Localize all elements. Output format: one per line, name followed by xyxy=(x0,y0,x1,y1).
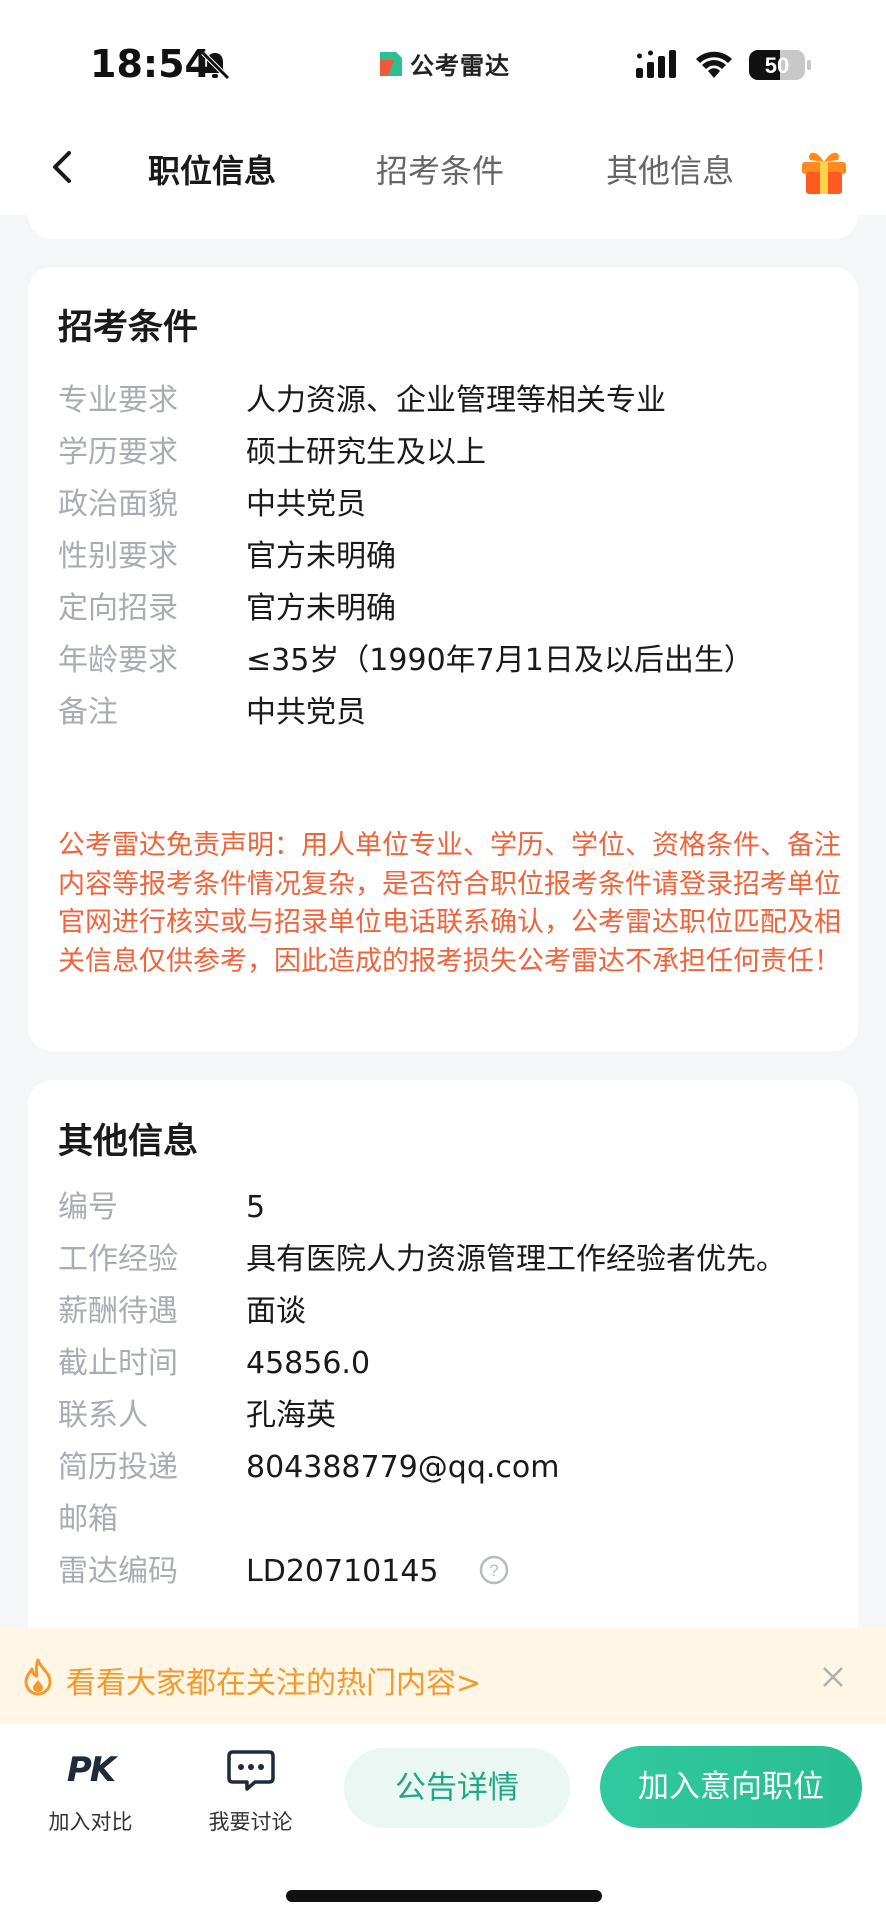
disclaimer-text: 公考雷达免责声明：用人单位专业、学历、学位、资格条件、备注内容等报考条件情况复杂… xyxy=(58,830,841,977)
info-key: 联系人 xyxy=(58,1398,148,1433)
discuss-label: 我要讨论 xyxy=(208,1810,293,1834)
chat-bubble-icon xyxy=(226,1750,275,1791)
tab-position-info[interactable]: 职位信息 xyxy=(148,146,276,192)
info-key: 薪酬待遇 xyxy=(58,1294,178,1329)
wifi-icon xyxy=(696,51,732,78)
home-indicator xyxy=(286,1890,602,1902)
hot-content-banner[interactable]: 看看大家都在关注的热门内容> xyxy=(0,1628,886,1724)
info-key: 工作经验 xyxy=(58,1242,178,1277)
announcement-detail-button[interactable]: 公告详情 xyxy=(344,1748,570,1828)
hot-content-text[interactable]: 看看大家都在关注的热门内容> xyxy=(66,1658,481,1702)
status-bar: 18:54 公考雷达 50 xyxy=(0,0,886,120)
flame-icon xyxy=(24,1658,52,1696)
help-icon[interactable]: ? xyxy=(478,1554,510,1586)
exam-conditions-card: 招考条件 专业要求 人力资源、企业管理等相关专业 学历要求 硕士研究生及以上 政… xyxy=(28,267,858,1051)
tab-other-info[interactable]: 其他信息 xyxy=(606,146,734,192)
battery-level: 50 xyxy=(765,53,789,78)
svg-text:?: ? xyxy=(489,1561,498,1580)
condition-key: 政治面貌 xyxy=(58,487,178,522)
info-value: 孔海英 xyxy=(246,1398,336,1433)
info-key: 截止时间 xyxy=(58,1346,178,1381)
radar-logo-icon xyxy=(380,52,402,76)
condition-value: 中共党员 xyxy=(246,695,366,730)
info-value: 5 xyxy=(246,1190,266,1225)
status-time: 18:54 xyxy=(90,42,211,86)
gift-icon[interactable] xyxy=(798,142,850,196)
back-arrow-icon[interactable] xyxy=(40,144,86,190)
pk-icon: PK xyxy=(66,1750,116,1790)
app-logo: 公考雷达 xyxy=(378,46,510,80)
info-value: 45856.0 xyxy=(246,1346,371,1381)
condition-key: 性别要求 xyxy=(58,539,178,574)
condition-key: 专业要求 xyxy=(58,383,178,418)
info-value: LD20710145 xyxy=(246,1554,439,1589)
info-key: 简历投递邮箱 xyxy=(58,1450,178,1537)
close-icon[interactable] xyxy=(820,1664,846,1690)
info-value: 具有医院人力资源管理工作经验者优先。 xyxy=(246,1242,786,1277)
condition-value: 中共党员 xyxy=(246,487,366,522)
other-info-title: 其他信息 xyxy=(58,1122,199,1162)
info-value: 804388779@qq.com xyxy=(246,1450,560,1485)
signal-icon xyxy=(636,50,676,78)
previous-card-bottom xyxy=(28,195,858,239)
bell-muted-icon xyxy=(201,51,230,80)
info-key: 编号 xyxy=(58,1190,118,1225)
add-intended-position-button[interactable]: 加入意向职位 xyxy=(600,1746,862,1828)
condition-value: 人力资源、企业管理等相关专业 xyxy=(246,383,666,418)
condition-key: 年龄要求 xyxy=(58,643,178,678)
app-logo-text: 公考雷达 xyxy=(410,51,510,80)
condition-key: 定向招录 xyxy=(58,591,178,626)
exam-conditions-title: 招考条件 xyxy=(58,308,199,348)
condition-value: 官方未明确 xyxy=(246,539,396,574)
tab-exam-conditions[interactable]: 招考条件 xyxy=(376,146,504,192)
bottom-action-bar: PK 加入对比 我要讨论 公告详情 加入意向职位 xyxy=(0,1724,886,1920)
info-key: 雷达编码 xyxy=(58,1554,178,1589)
condition-key: 学历要求 xyxy=(58,435,178,470)
add-compare-button[interactable]: PK 加入对比 xyxy=(38,1748,143,1834)
discuss-button[interactable]: 我要讨论 xyxy=(198,1748,303,1834)
header: 18:54 公考雷达 50 职位信息 招考条件 其他信息 xyxy=(0,0,886,215)
condition-key: 备注 xyxy=(58,695,118,730)
info-value: 面谈 xyxy=(246,1294,306,1329)
condition-value: 官方未明确 xyxy=(246,591,396,626)
condition-value: ≤35岁（1990年7月1日及以后出生） xyxy=(246,643,754,678)
condition-value: 硕士研究生及以上 xyxy=(246,435,486,470)
add-compare-label: 加入对比 xyxy=(48,1810,133,1834)
battery-icon: 50 xyxy=(749,50,811,80)
